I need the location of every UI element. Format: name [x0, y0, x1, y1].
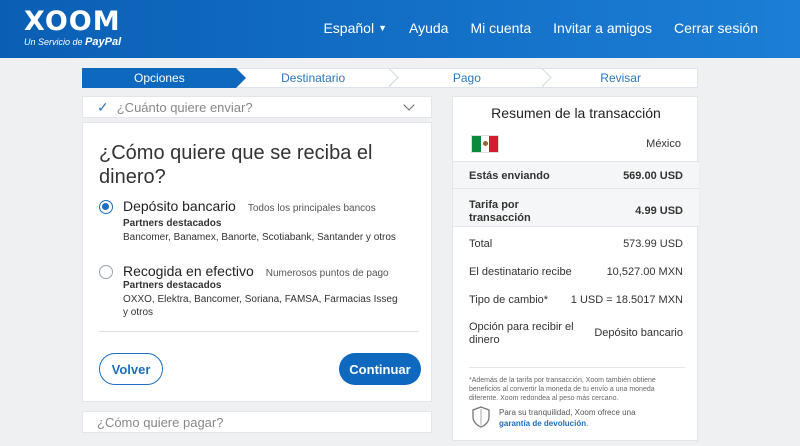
- step-payment-label: Pago: [452, 71, 481, 85]
- exchange-rate-value: 1 USD = 18.5017 MXN: [570, 294, 683, 306]
- progress-stepper: Opciones Destinatario Pago Revisar: [82, 68, 698, 88]
- guarantee-note: Para su tranquilidad, Xoom ofrece una ga…: [499, 407, 689, 429]
- cash-partners-list: OXXO, Elektra, Bancomer, Soriana, FAMSA,…: [123, 294, 398, 318]
- divider: [99, 331, 419, 332]
- bank-partners-heading: Partners destacados: [123, 218, 222, 229]
- bank-deposit-label: Depósito bancario: [123, 198, 236, 214]
- receive-method-card: ¿Cómo quiere que se reciba el dinero? De…: [82, 122, 432, 402]
- cash-pickup-radio[interactable]: [99, 265, 113, 279]
- exchange-footnote: *Además de la tarifa por transacción, Xo…: [469, 367, 685, 403]
- sending-label: Estás enviando: [469, 170, 550, 182]
- cash-pickup-label: Recogida en efectivo: [123, 263, 254, 279]
- mexico-flag-icon: [471, 135, 499, 153]
- exchange-rate-label: Tipo de cambio*: [469, 294, 549, 306]
- shield-icon: [472, 406, 490, 428]
- guarantee-link[interactable]: garantía de devolución: [499, 419, 586, 428]
- payment-section-header[interactable]: ¿Cómo quiere pagar?: [82, 411, 432, 433]
- fee-label: Tarifa por transacción: [469, 199, 531, 224]
- nav-logout[interactable]: Cerrar sesión: [674, 20, 758, 36]
- transaction-summary: Resumen de la transacción México Estás e…: [452, 96, 699, 441]
- receive-method-title: ¿Cómo quiere que se reciba el dinero?: [99, 142, 373, 188]
- fee-value: 4.99 USD: [635, 205, 683, 217]
- bank-deposit-label-row: Depósito bancario Todos los principales b…: [123, 198, 376, 214]
- top-nav: Español ▼ Ayuda Mi cuenta Invitar a amigo…: [323, 20, 758, 36]
- amount-section-header[interactable]: ✓ ¿Cuánto quiere enviar?: [82, 96, 432, 118]
- receive-method-value: Depósito bancario: [594, 327, 683, 339]
- nav-account[interactable]: Mi cuenta: [470, 20, 531, 36]
- bank-partners-list: Bancomer, Banamex, Banorte, Scotiabank, …: [123, 232, 396, 243]
- step-options[interactable]: Opciones: [82, 68, 246, 88]
- caret-down-icon: ▼: [378, 23, 387, 33]
- logo-wordmark: XOOM: [24, 6, 121, 37]
- step-review-label: Revisar: [600, 71, 641, 85]
- receives-value: 10,527.00 MXN: [606, 266, 683, 278]
- bank-deposit-radio[interactable]: [99, 200, 113, 214]
- option-cash-pickup[interactable]: Recogida en efectivo Numerosos puntos de …: [99, 263, 419, 325]
- language-label: Español: [323, 20, 375, 36]
- option-bank-deposit[interactable]: Depósito bancario Todos los principales b…: [99, 198, 419, 258]
- step-recipient-label: Destinatario: [281, 71, 346, 85]
- total-label: Total: [469, 238, 493, 250]
- summary-title: Resumen de la transacción: [491, 105, 661, 121]
- logo-subtitle: Un Servicio de PayPal: [24, 36, 121, 48]
- step-options-label: Opciones: [134, 71, 185, 85]
- receives-label: El destinatario recibe: [469, 266, 572, 278]
- back-button[interactable]: Volver: [99, 353, 163, 385]
- nav-help[interactable]: Ayuda: [409, 20, 448, 36]
- continue-button[interactable]: Continuar: [339, 353, 421, 385]
- cash-partners-heading: Partners destacados: [123, 280, 222, 291]
- step-review[interactable]: Revisar: [543, 68, 698, 88]
- logo-sub-prefix: Un Servicio de: [24, 37, 83, 47]
- bank-deposit-note: Todos los principales bancos: [247, 203, 376, 214]
- total-value: 573.99 USD: [623, 238, 683, 250]
- step-recipient[interactable]: Destinatario: [235, 68, 399, 88]
- cash-pickup-note: Numerosos puntos de pago: [265, 268, 389, 279]
- cash-pickup-label-row: Recogida en efectivo Numerosos puntos de …: [123, 263, 389, 279]
- nav-invite[interactable]: Invitar a amigos: [553, 20, 652, 36]
- amount-section-label: ¿Cuánto quiere enviar?: [116, 99, 253, 115]
- logo-sub-brand: PayPal: [85, 36, 122, 48]
- destination-country: México: [646, 138, 681, 150]
- xoom-logo[interactable]: XOOM Un Servicio de PayPal: [24, 6, 121, 49]
- payment-section-label: ¿Cómo quiere pagar?: [97, 414, 224, 430]
- checkmark-icon: ✓: [97, 98, 109, 115]
- top-header: XOOM Un Servicio de PayPal Español ▼ Ayud…: [0, 0, 800, 58]
- guarantee-text: Para su tranquilidad, Xoom ofrece una: [499, 408, 636, 417]
- step-payment[interactable]: Pago: [389, 68, 552, 88]
- language-menu[interactable]: Español ▼: [323, 20, 387, 36]
- receive-method-label: Opción para recibir el dinero: [469, 321, 574, 346]
- chevron-down-icon[interactable]: [403, 99, 415, 111]
- guarantee-end: .: [586, 419, 589, 428]
- sending-value: 569.00 USD: [623, 170, 683, 182]
